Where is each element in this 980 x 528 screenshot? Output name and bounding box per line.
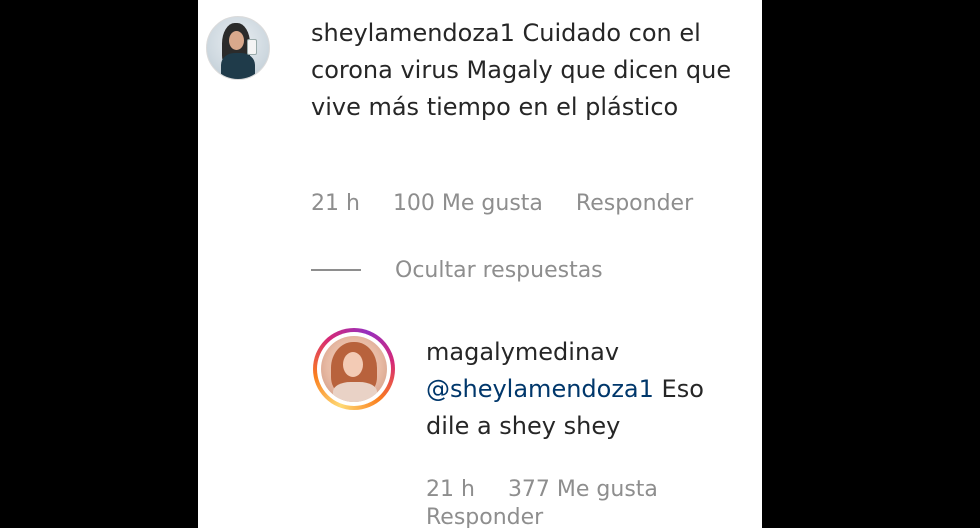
replies-divider xyxy=(311,269,361,271)
reply-reply-button[interactable]: Responder xyxy=(426,505,543,528)
comment-time[interactable]: 21 h xyxy=(311,191,360,216)
avatar-body xyxy=(333,382,377,402)
reply-mention-link[interactable]: @sheylamendoza1 xyxy=(426,375,654,403)
reply-meta-2: Responder xyxy=(426,503,569,528)
comments-panel: sheylamendoza1 Cuidado con el corona vir… xyxy=(198,0,762,528)
avatar-face xyxy=(343,352,363,377)
comment-likes[interactable]: 100 Me gusta xyxy=(393,191,543,216)
reply-likes[interactable]: 377 Me gusta xyxy=(508,477,658,502)
avatar-phone xyxy=(247,39,257,55)
reply-meta: 21 h 377 Me gusta xyxy=(426,475,684,505)
comment-meta: 21 h 100 Me gusta Responder xyxy=(311,189,719,219)
reply-body: @sheylamendoza1 Eso dile a shey shey xyxy=(426,371,746,445)
avatar-face xyxy=(229,31,244,50)
commenter-avatar[interactable] xyxy=(206,16,270,80)
reply-time[interactable]: 21 h xyxy=(426,477,475,502)
comment-username[interactable]: sheylamendoza1 xyxy=(311,19,515,47)
reply-username[interactable]: magalymedinav xyxy=(426,334,619,371)
hide-replies-label: Ocultar respuestas xyxy=(395,257,603,283)
comment-body: sheylamendoza1 Cuidado con el corona vir… xyxy=(311,15,751,126)
reply-avatar[interactable] xyxy=(321,336,387,402)
hide-replies-button[interactable]: Ocultar respuestas xyxy=(311,255,603,285)
comment-reply-button[interactable]: Responder xyxy=(576,191,693,216)
story-ring[interactable] xyxy=(313,328,395,410)
avatar-body xyxy=(221,53,255,79)
